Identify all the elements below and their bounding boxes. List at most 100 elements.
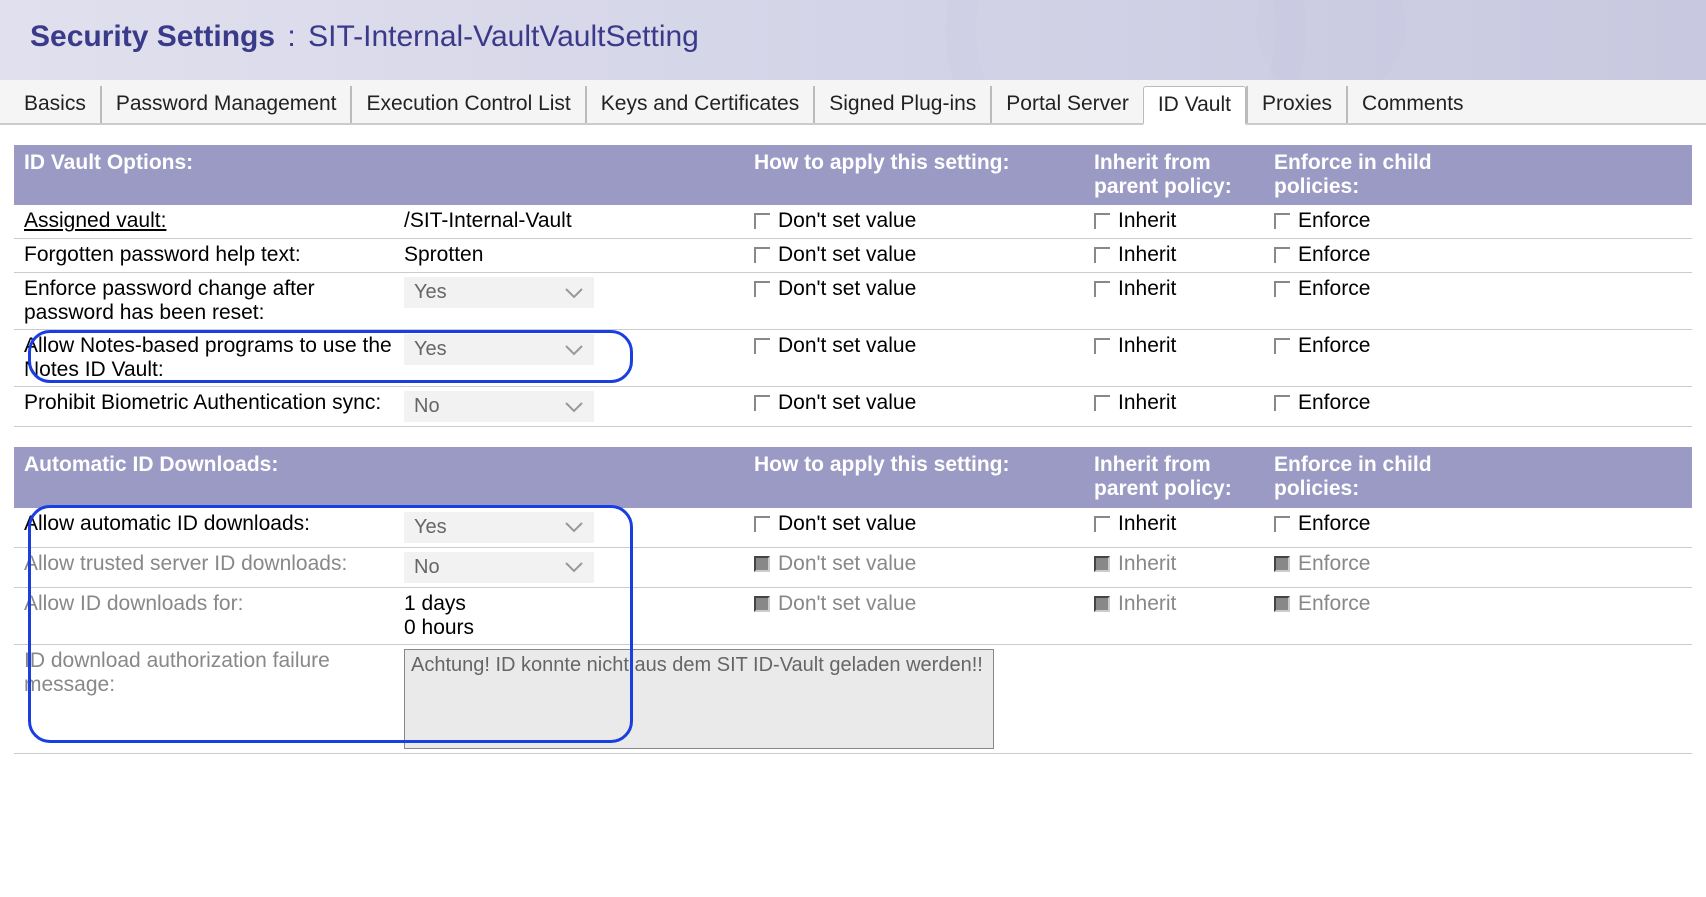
check-enforce-c[interactable]: Enforce <box>1274 592 1370 616</box>
label-failure-message: ID download authorization failure messag… <box>24 649 404 697</box>
label-assigned-vault[interactable]: Assigned vault: <box>24 209 404 233</box>
checkbox-icon <box>754 213 770 229</box>
check-dont-set-b[interactable]: Don't set value <box>754 552 916 576</box>
check-enforce-1[interactable]: Enforce <box>1274 243 1370 267</box>
textarea-failure-message[interactable]: Achtung! ID konnte nicht aus dem SIT ID-… <box>404 649 994 749</box>
content: ID Vault Options: How to apply this sett… <box>0 125 1706 774</box>
highlight-wrap-1: Allow Notes-based programs to use the No… <box>14 330 1692 387</box>
checkbox-icon <box>754 516 770 532</box>
tab-proxies[interactable]: Proxies <box>1246 86 1346 123</box>
row-enforce-pw-change: Enforce password change after password h… <box>14 273 1692 330</box>
row-failure-message: ID download authorization failure messag… <box>14 645 1692 754</box>
title-name: SIT-Internal-VaultVaultSetting <box>308 20 699 53</box>
check-inherit-b[interactable]: Inherit <box>1094 552 1176 576</box>
tabs-bar: Basics Password Management Execution Con… <box>0 80 1706 125</box>
col-inherit: Inherit from parent policy: <box>1094 151 1274 199</box>
checkbox-icon <box>1274 395 1290 411</box>
col-apply-2: How to apply this setting: <box>754 453 1094 477</box>
dropdown-allow-notes-programs[interactable]: Yes <box>404 334 594 365</box>
label-forgotten-password: Forgotten password help text: <box>24 243 404 267</box>
tab-keys-certificates[interactable]: Keys and Certificates <box>585 86 813 123</box>
checkbox-icon <box>1274 596 1290 612</box>
checkbox-icon <box>754 395 770 411</box>
checkbox-icon <box>1094 516 1110 532</box>
row-trusted-server-downloads: Allow trusted server ID downloads: No Do… <box>14 548 1692 588</box>
check-inherit-4[interactable]: Inherit <box>1094 391 1176 415</box>
row-allow-auto-downloads: Allow automatic ID downloads: Yes Don't … <box>14 508 1692 548</box>
chevron-down-icon <box>564 401 584 413</box>
col-inherit-2: Inherit from parent policy: <box>1094 453 1274 501</box>
checkbox-icon <box>1274 556 1290 572</box>
checkbox-icon <box>1274 338 1290 354</box>
check-dont-set-3[interactable]: Don't set value <box>754 334 916 358</box>
value-assigned-vault: /SIT-Internal-Vault <box>404 209 754 233</box>
check-dont-set-c[interactable]: Don't set value <box>754 592 916 616</box>
tab-password-management[interactable]: Password Management <box>100 86 351 123</box>
checkbox-icon <box>1094 247 1110 263</box>
check-dont-set-4[interactable]: Don't set value <box>754 391 916 415</box>
label-allow-auto-downloads: Allow automatic ID downloads: <box>24 512 404 536</box>
row-forgotten-password: Forgotten password help text: Sprotten D… <box>14 239 1692 273</box>
check-inherit-0[interactable]: Inherit <box>1094 209 1176 233</box>
tab-execution-control-list[interactable]: Execution Control List <box>350 86 584 123</box>
dropdown-enforce-pw-change[interactable]: Yes <box>404 277 594 308</box>
check-dont-set-0[interactable]: Don't set value <box>754 209 916 233</box>
col-apply: How to apply this setting: <box>754 151 1094 175</box>
check-enforce-3[interactable]: Enforce <box>1274 334 1370 358</box>
checkbox-icon <box>1094 556 1110 572</box>
tab-portal-server[interactable]: Portal Server <box>990 86 1143 123</box>
value-allow-downloads-for: 1 days 0 hours <box>404 592 754 640</box>
row-prohibit-biometric: Prohibit Biometric Authentication sync: … <box>14 387 1692 427</box>
dropdown-trusted-server-downloads[interactable]: No <box>404 552 594 583</box>
check-dont-set-a[interactable]: Don't set value <box>754 512 916 536</box>
label-allow-notes-programs: Allow Notes-based programs to use the No… <box>24 334 404 382</box>
checkbox-icon <box>1274 213 1290 229</box>
dropdown-allow-auto-downloads[interactable]: Yes <box>404 512 594 543</box>
chevron-down-icon <box>564 521 584 533</box>
check-enforce-0[interactable]: Enforce <box>1274 209 1370 233</box>
dropdown-prohibit-biometric[interactable]: No <box>404 391 594 422</box>
tab-comments[interactable]: Comments <box>1346 86 1478 123</box>
checkbox-icon <box>1094 395 1110 411</box>
page-banner: Security Settings : SIT-Internal-VaultVa… <box>0 0 1706 80</box>
check-dont-set-2[interactable]: Don't set value <box>754 277 916 301</box>
check-dont-set-1[interactable]: Don't set value <box>754 243 916 267</box>
row-allow-downloads-for: Allow ID downloads for: 1 days 0 hours D… <box>14 588 1692 645</box>
label-allow-downloads-for: Allow ID downloads for: <box>24 592 404 616</box>
section-header-auto-downloads: Automatic ID Downloads: How to apply thi… <box>14 447 1692 507</box>
checkbox-icon <box>754 596 770 612</box>
col-enforce: Enforce in child policies: <box>1274 151 1454 199</box>
check-inherit-2[interactable]: Inherit <box>1094 277 1176 301</box>
checkbox-icon <box>1274 247 1290 263</box>
tab-basics[interactable]: Basics <box>10 86 100 123</box>
checkbox-icon <box>1274 516 1290 532</box>
check-enforce-b[interactable]: Enforce <box>1274 552 1370 576</box>
row-allow-notes-programs: Allow Notes-based programs to use the No… <box>14 330 1692 387</box>
checkbox-icon <box>1094 213 1110 229</box>
checkbox-icon <box>754 338 770 354</box>
chevron-down-icon <box>564 287 584 299</box>
check-enforce-2[interactable]: Enforce <box>1274 277 1370 301</box>
section-header-vault-options: ID Vault Options: How to apply this sett… <box>14 145 1692 205</box>
label-enforce-pw-change: Enforce password change after password h… <box>24 277 404 325</box>
row-assigned-vault: Assigned vault: /SIT-Internal-Vault Don'… <box>14 205 1692 239</box>
checkbox-icon <box>1094 338 1110 354</box>
checkbox-icon <box>754 556 770 572</box>
section-title: ID Vault Options: <box>24 151 754 175</box>
section-title-2: Automatic ID Downloads: <box>24 453 754 477</box>
highlight-wrap-2: Allow automatic ID downloads: Yes Don't … <box>14 508 1692 754</box>
col-enforce-2: Enforce in child policies: <box>1274 453 1454 501</box>
title-colon: : <box>287 20 295 53</box>
check-enforce-a[interactable]: Enforce <box>1274 512 1370 536</box>
page-title: Security Settings : SIT-Internal-VaultVa… <box>30 20 1676 54</box>
label-trusted-server-downloads: Allow trusted server ID downloads: <box>24 552 404 576</box>
check-inherit-3[interactable]: Inherit <box>1094 334 1176 358</box>
tab-id-vault[interactable]: ID Vault <box>1143 86 1246 125</box>
tab-signed-plugins[interactable]: Signed Plug-ins <box>813 86 990 123</box>
check-inherit-a[interactable]: Inherit <box>1094 512 1176 536</box>
chevron-down-icon <box>564 344 584 356</box>
check-inherit-1[interactable]: Inherit <box>1094 243 1176 267</box>
checkbox-icon <box>1274 281 1290 297</box>
check-enforce-4[interactable]: Enforce <box>1274 391 1370 415</box>
check-inherit-c[interactable]: Inherit <box>1094 592 1176 616</box>
